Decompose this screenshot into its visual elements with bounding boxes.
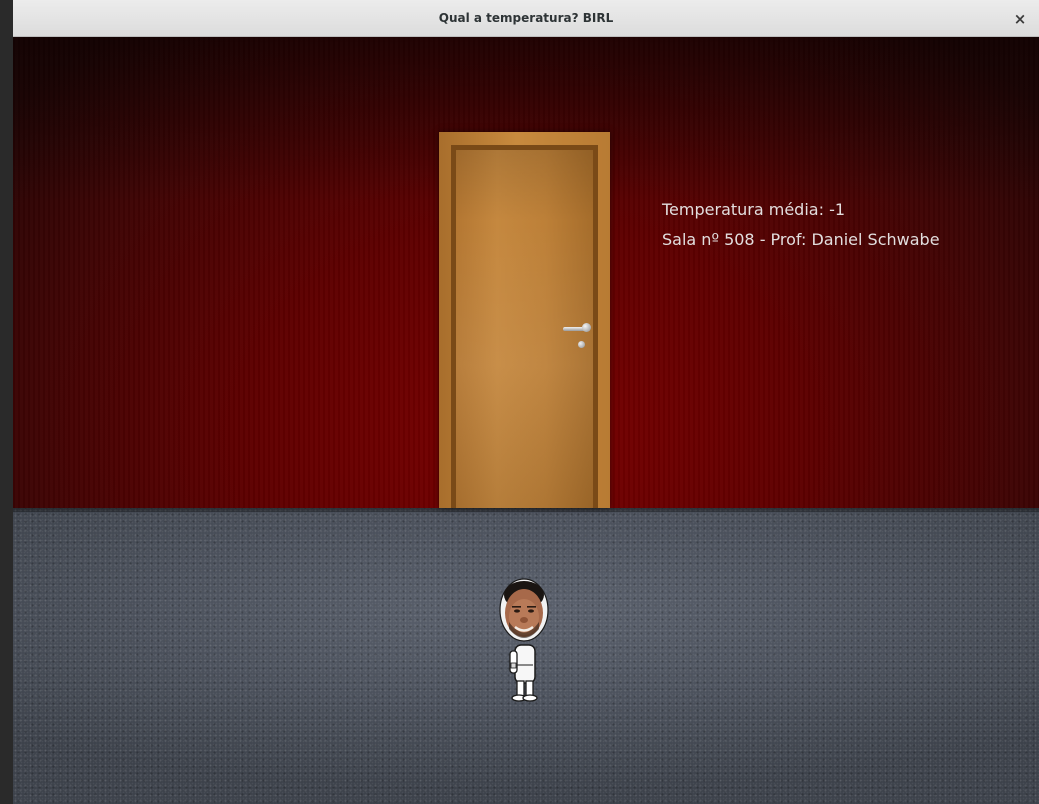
player-sprite (499, 578, 549, 702)
game-scene[interactable]: Temperatura média: -1 Sala nº 508 - Prof… (13, 37, 1039, 804)
door-lock-icon (578, 341, 585, 348)
room-info: Sala nº 508 - Prof: Daniel Schwabe (662, 230, 940, 249)
temperature-readout: Temperatura média: -1 (662, 195, 940, 225)
hud-panel: Temperatura média: -1 Sala nº 508 - Prof… (662, 195, 940, 255)
window-titlebar[interactable]: Qual a temperatura? BIRL × (13, 0, 1039, 37)
desktop-background: Qual a temperatura? BIRL × Temperatura m… (0, 0, 1039, 804)
door-handle-rose (582, 323, 591, 332)
close-button[interactable]: × (1009, 8, 1031, 30)
player-character-icon[interactable] (497, 577, 553, 702)
classroom-door[interactable] (439, 132, 610, 508)
temperature-value: -1 (829, 200, 846, 219)
window-title: Qual a temperatura? BIRL (438, 11, 614, 25)
game-window: Qual a temperatura? BIRL × Temperatura m… (13, 0, 1039, 804)
close-icon: × (1013, 10, 1027, 28)
temperature-label: Temperatura média: (662, 200, 824, 219)
